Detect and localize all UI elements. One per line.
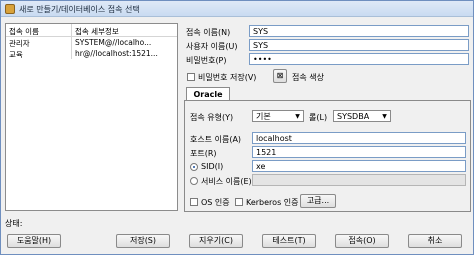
connect-button[interactable]: 접속(O) (335, 234, 389, 248)
test-button[interactable]: 테스트(T) (262, 234, 316, 248)
service-name-input[interactable] (252, 174, 466, 186)
window-title: 새로 만들기/데이터베이스 접속 선택 (19, 5, 140, 14)
save-button[interactable]: 저장(S) (116, 234, 170, 248)
connection-name: 관리자 (6, 37, 72, 48)
kerberos-checkbox[interactable] (235, 198, 243, 206)
password-label: 비밀번호(P) (186, 56, 227, 65)
app-icon (5, 4, 15, 14)
connection-color-label: 접속 색상 (292, 73, 324, 82)
os-auth-label: OS 인증 (201, 198, 230, 207)
hostname-input[interactable]: localhost (252, 132, 466, 144)
button-bar: 도움말(H) 저장(S) 지우기(C) 테스트(T) 접속(O) 취소 (1, 234, 474, 250)
username-input[interactable]: SYS (249, 39, 469, 51)
connection-list-header: 접속 이름 접속 세부정보 (6, 24, 177, 37)
help-button[interactable]: 도움말(H) (7, 234, 61, 248)
sid-label: SID(I) (201, 162, 224, 171)
connection-list[interactable]: 접속 이름 접속 세부정보 관리자 SYSTEM@//localho... 교육… (5, 23, 178, 211)
connection-type-select[interactable]: 기본 ▼ (252, 110, 304, 122)
port-label: 포트(R) (190, 149, 217, 158)
list-item[interactable]: 관리자 SYSTEM@//localho... (6, 37, 177, 48)
tab-oracle[interactable]: Oracle (186, 87, 230, 101)
connection-color-button[interactable]: ⊠ (273, 69, 287, 83)
password-input[interactable]: •••• (249, 53, 469, 65)
column-header-connection-details[interactable]: 접속 세부정보 (72, 24, 177, 36)
color-picker-icon: ⊠ (276, 71, 284, 80)
dropdown-arrow-icon: ▼ (382, 113, 387, 120)
connection-details: SYSTEM@//localho... (75, 38, 152, 47)
hostname-label: 호스트 이름(A) (190, 135, 242, 144)
connection-type-value: 기본 (256, 112, 271, 121)
service-name-radio[interactable] (190, 177, 198, 185)
port-input[interactable]: 1521 (252, 146, 466, 158)
connection-details: hr@//localhost:1521... (75, 49, 158, 58)
column-header-connection-name[interactable]: 접속 이름 (6, 24, 72, 36)
title-bar: 새로 만들기/데이터베이스 접속 선택 (1, 1, 473, 17)
connection-form: 접속 이름(N) SYS 사용자 이름(U) SYS 비밀번호(P) •••• … (184, 23, 471, 212)
list-item[interactable]: 교육 hr@//localhost:1521... (6, 48, 177, 59)
dialog-window: 새로 만들기/데이터베이스 접속 선택 접속 이름 접속 세부정보 관리자 SY… (0, 0, 474, 255)
cancel-button[interactable]: 취소 (408, 234, 462, 248)
connection-name: 교육 (6, 48, 72, 59)
service-name-label: 서비스 이름(E) (201, 177, 252, 186)
connection-name-input[interactable]: SYS (249, 25, 469, 37)
role-label: 롤(L) (309, 113, 328, 122)
db-type-tabstrip: Oracle (184, 87, 471, 101)
save-password-checkbox[interactable] (187, 73, 195, 81)
clear-button[interactable]: 지우기(C) (189, 234, 243, 248)
sid-input[interactable]: xe (252, 160, 466, 172)
kerberos-label: Kerberos 인증 (246, 198, 299, 207)
connection-type-label: 접속 유형(Y) (190, 113, 234, 122)
advanced-button[interactable]: 고급... (300, 194, 336, 208)
role-value: SYSDBA (337, 112, 370, 121)
username-label: 사용자 이름(U) (186, 42, 238, 51)
status-label: 상태: (5, 219, 23, 228)
dropdown-arrow-icon: ▼ (295, 113, 300, 120)
oracle-tab-panel: 접속 유형(Y) 기본 ▼ 롤(L) SYSDBA ▼ 호스트 이름(A) lo… (184, 100, 471, 212)
save-password-label: 비밀번호 저장(V) (198, 73, 257, 82)
sid-radio[interactable] (190, 163, 198, 171)
os-auth-checkbox[interactable] (190, 198, 198, 206)
role-select[interactable]: SYSDBA ▼ (333, 110, 391, 122)
connection-name-label: 접속 이름(N) (186, 28, 231, 37)
